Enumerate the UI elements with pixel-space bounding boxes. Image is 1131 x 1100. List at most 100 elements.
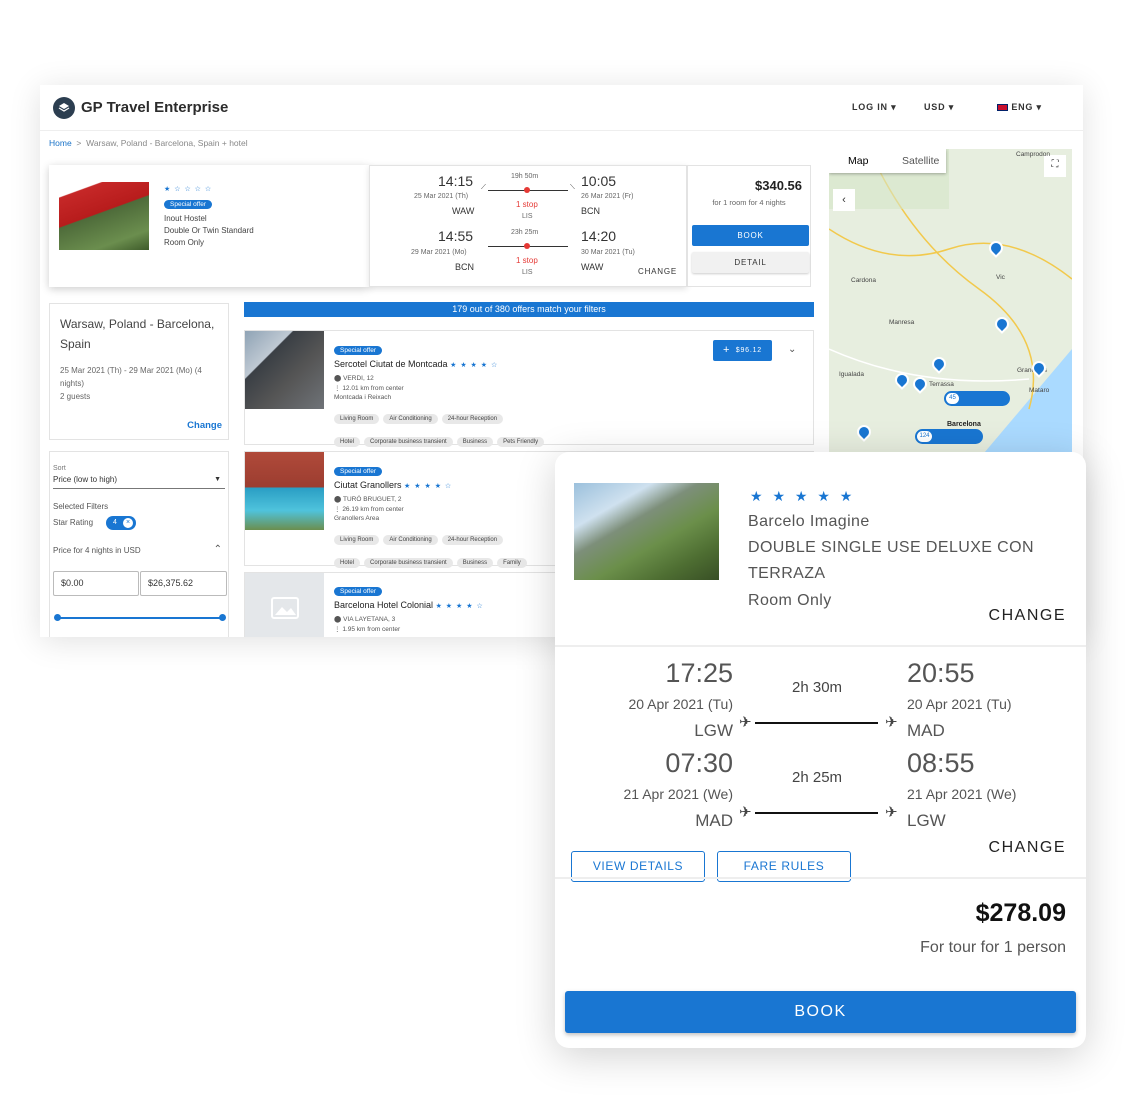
ret-arr-time: 14:20	[581, 228, 617, 244]
distance-icon: ⋮	[334, 385, 341, 392]
close-icon[interactable]: ×	[123, 518, 133, 528]
category-tags: Hotel Corporate business transient Busines…	[334, 430, 548, 448]
chevron-down-icon[interactable]: ⌄	[788, 344, 796, 355]
map-label: Manresa	[889, 319, 915, 326]
amenity-tags: Living Room Air Conditioning 24-hour Recep…	[334, 528, 531, 546]
login-menu[interactable]: LOG IN ▾	[852, 102, 896, 113]
special-offer-badge: Special offer	[334, 467, 383, 476]
ret-duration: 23h 25m	[511, 229, 539, 236]
location-pin-icon: ⬤	[334, 616, 342, 623]
hotel-area: Granollers Area	[334, 515, 380, 522]
out-arr-time: 10:05	[581, 173, 617, 189]
out-arr-date: 20 Apr 2021 (Tu)	[907, 696, 1012, 712]
board-type: Room Only	[164, 238, 205, 247]
out-via: LIS	[522, 213, 533, 220]
hotel-name[interactable]: Ciutat Granollers	[334, 480, 402, 490]
change-hotel-button[interactable]: CHANGE	[989, 607, 1066, 625]
star-rating: ★ ★ ★ ★ ☆	[435, 603, 484, 610]
sort-label: Sort	[53, 465, 66, 472]
hotel-name[interactable]: Barcelona Hotel Colonial	[334, 600, 433, 610]
map-back-icon[interactable]: ‹	[833, 189, 855, 211]
top-header: GP Travel Enterprise LOG IN ▾ USD ▾ ENG …	[40, 85, 1083, 131]
slider-handle-max[interactable]	[219, 614, 226, 621]
hotel-distance: 12.01 km from center	[342, 385, 404, 392]
hotel-name: Inout Hostel	[164, 214, 207, 223]
out-arr-date: 26 Mar 2021 (Fr)	[581, 193, 634, 200]
ret-dep-time: 14:55	[438, 228, 474, 244]
guest-count: 2 guests	[60, 392, 91, 401]
ret-arr-code: LGW	[907, 811, 946, 830]
chevron-up-icon[interactable]: ⌃	[214, 544, 222, 555]
map-terrain	[829, 149, 1072, 459]
out-arr-code: BCN	[581, 206, 601, 216]
price-max-input[interactable]: $26,375.62	[140, 571, 227, 596]
detail-button[interactable]: DETAIL	[692, 252, 809, 273]
ret-arr-time: 08:55	[907, 748, 975, 778]
fullscreen-icon[interactable]: ⛶	[1044, 155, 1066, 177]
map-label: Vic	[996, 274, 1005, 281]
filters-panel: Sort Price (low to high) ▼ Selected Filte…	[49, 451, 229, 637]
ret-dep-date: 29 Mar 2021 (Mo)	[411, 249, 467, 256]
add-hotel-button[interactable]: + $96.12	[713, 340, 772, 361]
star-rating: ★ ☆ ☆ ☆ ☆	[164, 186, 213, 193]
location-pin-icon: ⬤	[334, 496, 342, 503]
map-label: Camprodon	[1016, 151, 1050, 158]
hotel-photo	[574, 483, 719, 580]
map-cluster[interactable]: 124	[915, 429, 983, 444]
special-offer-badge: Special offer	[164, 200, 213, 209]
change-flights-button[interactable]: CHANGE	[638, 267, 677, 276]
category-tags: Hotel Corporate business transient Busines…	[334, 551, 531, 569]
ret-dep-code: MAD	[695, 811, 733, 830]
distance-icon: ⋮	[334, 506, 341, 513]
price-slider-track[interactable]	[57, 617, 224, 619]
map-cluster[interactable]: 45	[944, 391, 1010, 406]
distance-icon: ⋮	[334, 626, 341, 633]
stop-dot	[524, 243, 530, 249]
divider	[555, 645, 1086, 647]
book-button[interactable]: BOOK	[692, 225, 809, 246]
out-dep-time: 14:15	[438, 173, 474, 189]
star-rating: ★ ★ ★ ★ ★	[750, 488, 856, 504]
map-tab[interactable]: Map	[848, 155, 868, 167]
results-map[interactable]: Map Satellite ⛶ ‹ Camprodon Manresa Igua…	[829, 149, 1072, 459]
price-card: $340.56 for 1 room for 4 nights BOOK DET…	[687, 165, 811, 287]
room-type-cont: TERRAZA	[748, 565, 826, 582]
breadcrumb-home[interactable]: Home	[49, 138, 72, 148]
out-duration: 19h 50m	[511, 173, 539, 180]
breadcrumb-current: Warsaw, Poland - Barcelona, Spain + hote…	[86, 138, 248, 148]
divider	[555, 877, 1086, 879]
takeoff-icon: ✈︎	[739, 804, 752, 821]
plus-icon: +	[723, 344, 731, 356]
brand-name[interactable]: GP Travel Enterprise	[81, 99, 228, 116]
takeoff-icon: ✈︎	[739, 714, 752, 731]
ret-duration: 2h 25m	[792, 769, 843, 786]
out-stops: 1 stop	[516, 200, 538, 209]
landing-icon: ✈︎	[885, 804, 898, 821]
hotel-address: VERDI, 12	[343, 375, 374, 382]
out-dep-time: 17:25	[665, 658, 733, 688]
ret-dep-code: BCN	[455, 262, 475, 272]
star-rating-chip[interactable]: 4 ×	[106, 516, 136, 530]
sort-select[interactable]: Price (low to high) ▼	[53, 475, 225, 489]
flight-summary-card: 14:15 25 Mar 2021 (Th) WAW 19h 50m ⟋ ⟍ 1…	[369, 165, 687, 287]
change-search-link[interactable]: Change	[187, 420, 222, 431]
hotel-result-card[interactable]: Special offer Sercotel Ciutat de Montcad…	[244, 330, 814, 448]
ret-arr-date: 21 Apr 2021 (We)	[907, 786, 1017, 802]
star-rating-label: Star Rating	[53, 518, 94, 527]
star-rating: ★ ★ ★ ★ ☆	[404, 483, 453, 490]
takeoff-icon: ⟋	[481, 184, 486, 191]
language-menu[interactable]: ENG ▾	[997, 102, 1042, 113]
currency-menu[interactable]: USD ▾	[924, 102, 954, 113]
price-filter-label: Price for 4 nights in USD	[53, 546, 141, 555]
book-button[interactable]: BOOK	[565, 991, 1076, 1033]
amenity-tags: Living Room Air Conditioning 24-hour Recep…	[334, 407, 548, 425]
price-min-input[interactable]: $0.00	[53, 571, 139, 596]
satellite-tab[interactable]: Satellite	[902, 155, 939, 167]
special-offer-badge: Special offer	[334, 346, 383, 355]
change-flights-button[interactable]: CHANGE	[989, 839, 1066, 857]
selected-offer-card: ★ ☆ ☆ ☆ ☆ Special offer Inout Hostel Dou…	[49, 165, 369, 287]
hotel-name[interactable]: Sercotel Ciutat de Montcada	[334, 359, 448, 369]
image-placeholder-icon	[245, 573, 324, 637]
slider-handle-min[interactable]	[54, 614, 61, 621]
offer-price: $340.56	[755, 178, 802, 193]
